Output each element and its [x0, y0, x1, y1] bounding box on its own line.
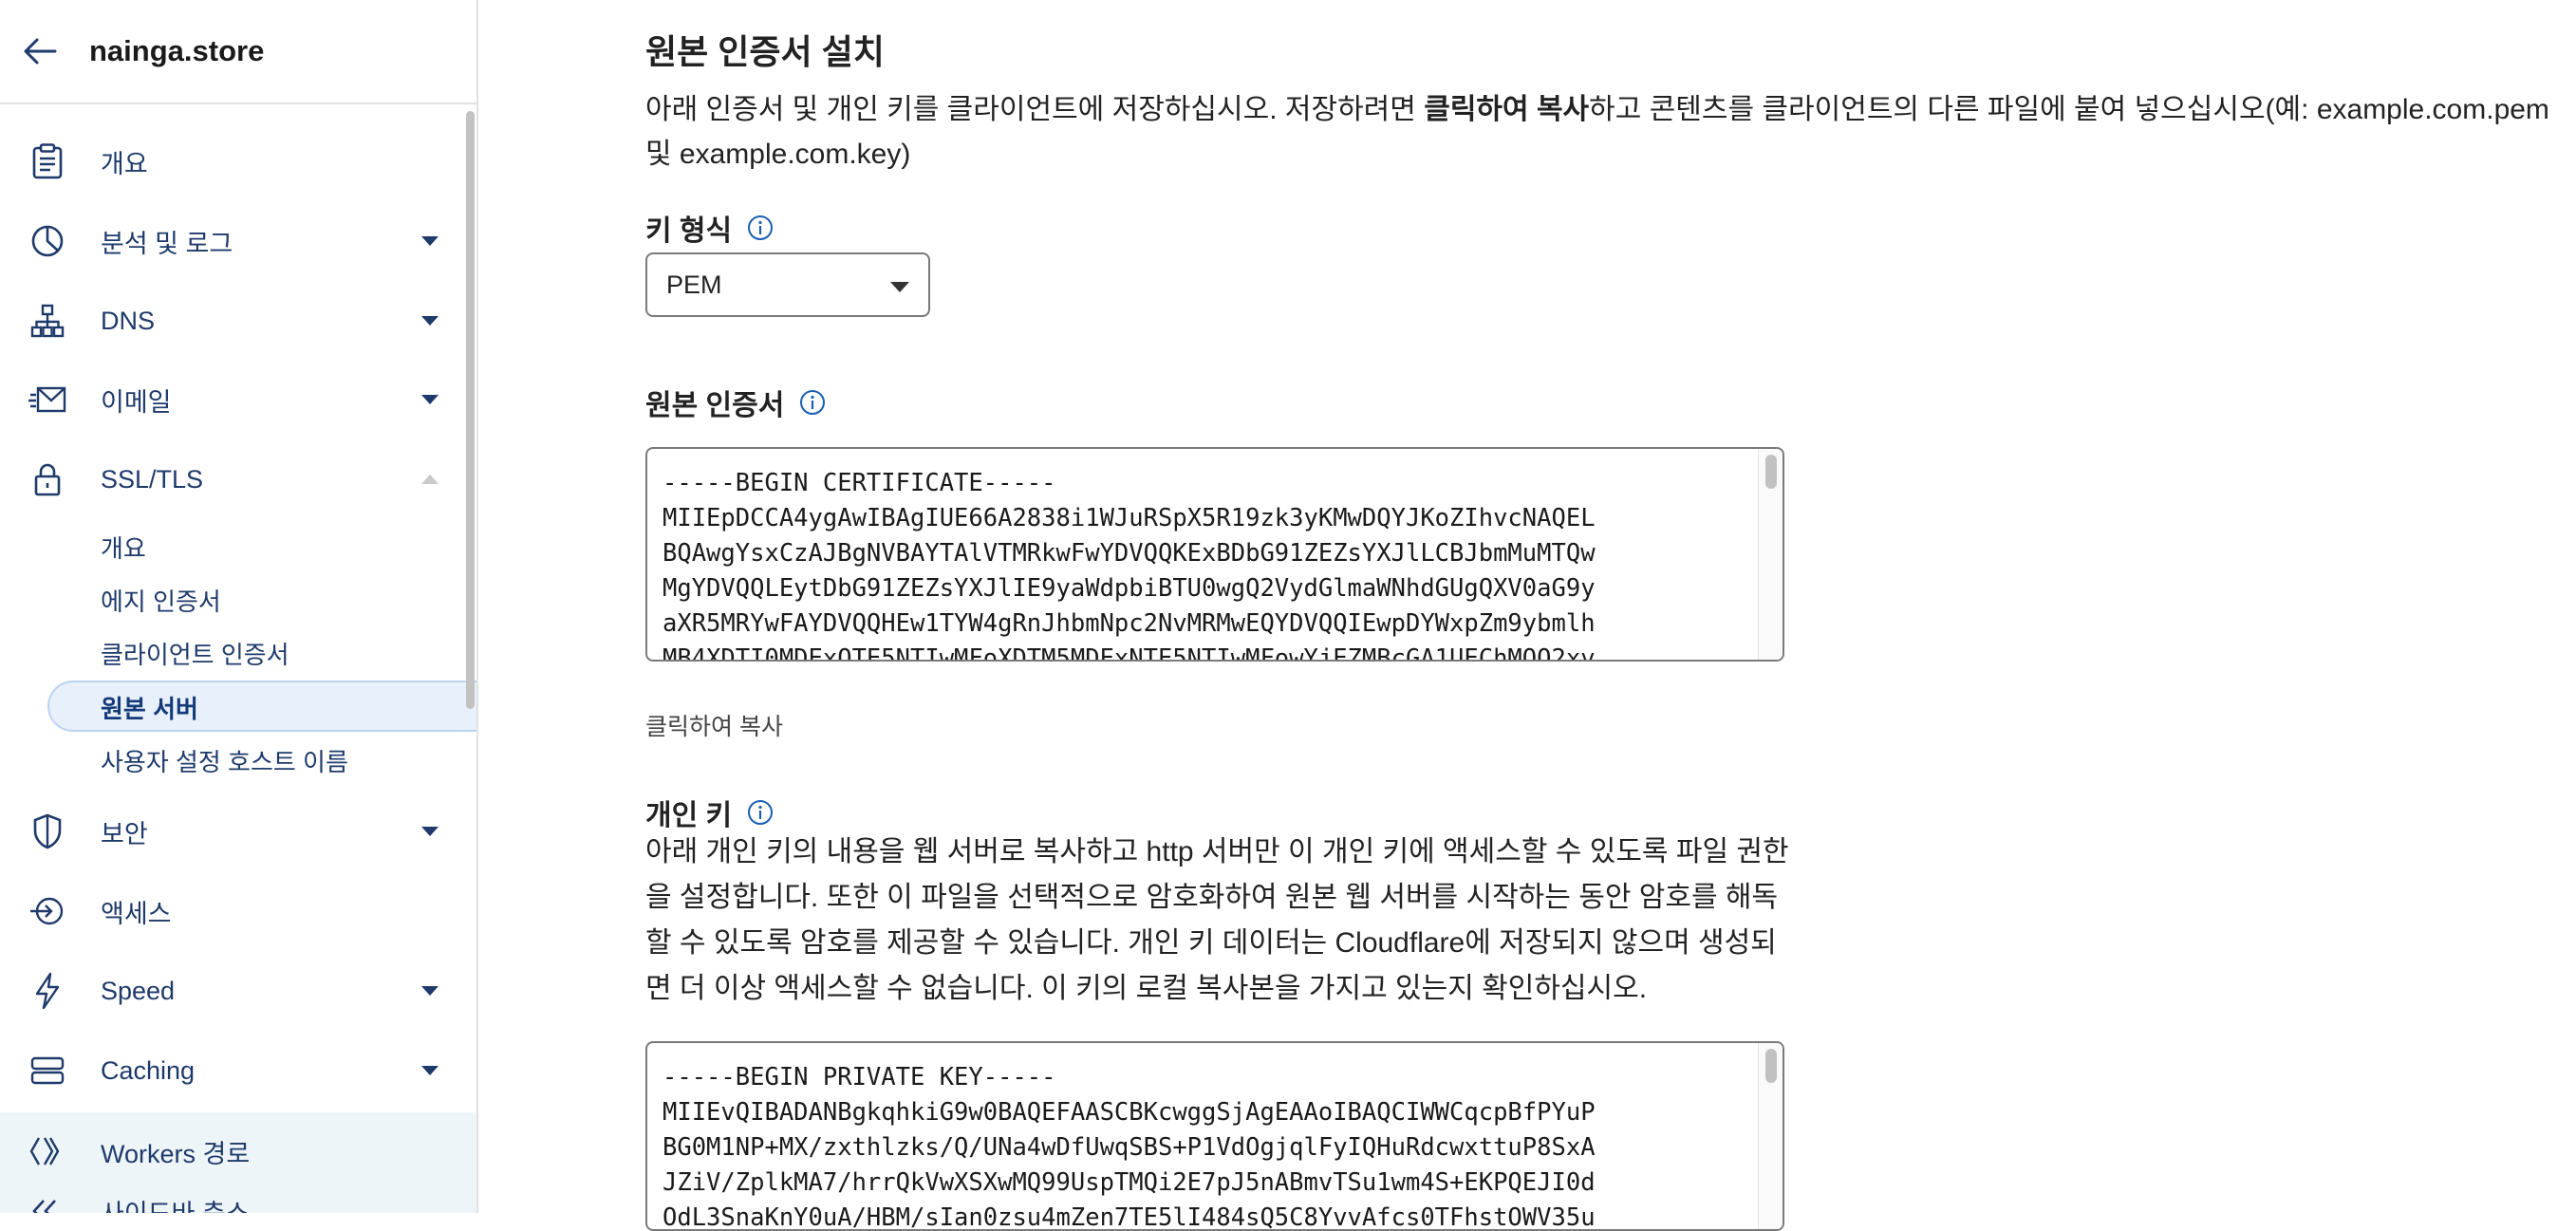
chevron-down-icon[interactable]: [421, 986, 439, 996]
chevron-down-icon[interactable]: [421, 827, 439, 836]
key-format-label-text: 키 형식: [645, 215, 733, 247]
sidebar: nainga.store 개요 분석 및 로그 DNS 이메일 SSL/TLS …: [0, 0, 478, 1213]
private-key-description: 아래 개인 키의 내용을 웹 서버로 복사하고 http 서버만 이 개인 키에…: [645, 836, 1789, 1004]
key-format-select[interactable]: PEM: [645, 252, 930, 317]
sidebar-item-email[interactable]: 이메일: [0, 370, 463, 429]
sidebar-item-label: 보안: [101, 819, 148, 849]
chevron-down-icon: [890, 282, 909, 292]
page-title: 원본 인증서 설치: [645, 32, 885, 71]
desc-bold-text: 클릭하여 복사: [1424, 94, 1590, 125]
sidebar-item-label: Workers 경로: [101, 1139, 251, 1168]
pie-chart-icon: [28, 222, 66, 260]
lock-icon: [28, 460, 66, 498]
sidebar-item-ssl-tls[interactable]: SSL/TLS: [0, 450, 463, 509]
access-icon: [28, 892, 66, 930]
sidebar-item-security[interactable]: 보안: [0, 802, 463, 861]
textarea-scrollbar-thumb[interactable]: [1765, 455, 1777, 489]
info-icon[interactable]: [747, 214, 774, 241]
network-icon: [28, 302, 66, 340]
sidebar-item-label: DNS: [101, 306, 156, 335]
sidebar-header: nainga.store: [0, 0, 476, 104]
sidebar-scrollbar[interactable]: [463, 106, 476, 1213]
sidebar-item-label: 액세스: [101, 899, 172, 928]
sidebar-item-label: SSL/TLS: [101, 464, 204, 494]
chevron-down-icon[interactable]: [421, 236, 439, 246]
sidebar-scrollbar-thumb[interactable]: [466, 111, 475, 709]
main-content: 원본 인증서 설치 아래 인증서 및 개인 키를 클라이언트에 저장하십시오. …: [645, 0, 2576, 1231]
private-key-label: 개인 키: [645, 792, 774, 833]
sidebar-item-access[interactable]: 액세스: [0, 882, 463, 941]
clipboard-icon: [28, 142, 66, 180]
origin-certificate-label: 원본 인증서: [645, 382, 826, 423]
chevron-down-icon[interactable]: [421, 395, 439, 404]
workers-icon: [28, 1132, 66, 1170]
sidebar-item-label: 분석 및 로그: [101, 229, 233, 258]
ssl-subitem-origin-server[interactable]: 원본 서버: [101, 690, 198, 725]
textarea-scrollbar-thumb[interactable]: [1765, 1049, 1777, 1083]
chevron-down-icon[interactable]: [421, 1066, 439, 1075]
click-to-copy-link[interactable]: 클릭하여 복사: [645, 708, 783, 742]
sidebar-item-dns[interactable]: DNS: [0, 291, 463, 350]
sidebar-item-label: 이메일: [101, 387, 172, 417]
chevron-up-icon[interactable]: [421, 475, 439, 484]
sidebar-item-label: 개요: [101, 149, 148, 178]
origin-certificate-textarea[interactable]: -----BEGIN CERTIFICATE----- MIIEpDCCA4yg…: [645, 447, 1784, 662]
info-icon[interactable]: [747, 799, 774, 826]
sidebar-item-label: Speed: [101, 976, 176, 1005]
private-key-textarea[interactable]: -----BEGIN PRIVATE KEY----- MIIEvQIBADAN…: [645, 1041, 1784, 1231]
caching-icon: [28, 1052, 66, 1090]
chevron-down-icon[interactable]: [421, 316, 439, 326]
private-key-text[interactable]: -----BEGIN PRIVATE KEY----- MIIEvQIBADAN…: [663, 1060, 1754, 1229]
lightning-icon: [28, 972, 66, 1010]
install-description: 아래 인증서 및 개인 키를 클라이언트에 저장하십시오. 저장하려면 클릭하여…: [645, 87, 2576, 177]
key-format-label: 키 형식: [645, 207, 774, 249]
info-icon[interactable]: [799, 389, 826, 416]
shield-icon: [28, 812, 66, 850]
sidebar-item-speed[interactable]: Speed: [0, 961, 463, 1020]
textarea-scrollbar[interactable]: [1758, 1043, 1783, 1229]
ssl-subitem-custom-hostnames[interactable]: 사용자 설정 호스트 이름: [101, 743, 348, 778]
sidebar-item-label: Caching: [101, 1055, 196, 1085]
sidebar-item-collapse[interactable]: 사이드바 축소: [0, 1182, 463, 1213]
textarea-scrollbar[interactable]: [1758, 449, 1783, 660]
origin-certificate-label-text: 원본 인증서: [645, 390, 785, 421]
certificate-text[interactable]: -----BEGIN CERTIFICATE----- MIIEpDCCA4yg…: [663, 466, 1754, 660]
collapse-icon: [28, 1192, 66, 1213]
sidebar-item-workers-routes[interactable]: Workers 경로: [0, 1122, 463, 1181]
ssl-subitem-overview[interactable]: 개요: [101, 530, 146, 565]
ssl-subitem-edge-certificates[interactable]: 에지 인증서: [101, 583, 221, 618]
desc-text: 아래 인증서 및 개인 키를 클라이언트에 저장하십시오. 저장하려면: [645, 94, 1425, 125]
sidebar-item-caching[interactable]: Caching: [0, 1041, 463, 1100]
email-icon: [28, 381, 66, 419]
private-key-label-text: 개인 키: [645, 800, 733, 831]
ssl-subitem-client-certificates[interactable]: 클라이언트 인증서: [101, 636, 289, 671]
back-arrow-icon[interactable]: [21, 32, 59, 70]
sidebar-item-label: 사이드바 축소: [101, 1193, 250, 1214]
sidebar-item-analytics[interactable]: 분석 및 로그: [0, 212, 463, 270]
site-name[interactable]: nainga.store: [89, 34, 264, 68]
key-format-value: PEM: [666, 270, 722, 299]
sidebar-item-overview[interactable]: 개요: [0, 132, 463, 191]
